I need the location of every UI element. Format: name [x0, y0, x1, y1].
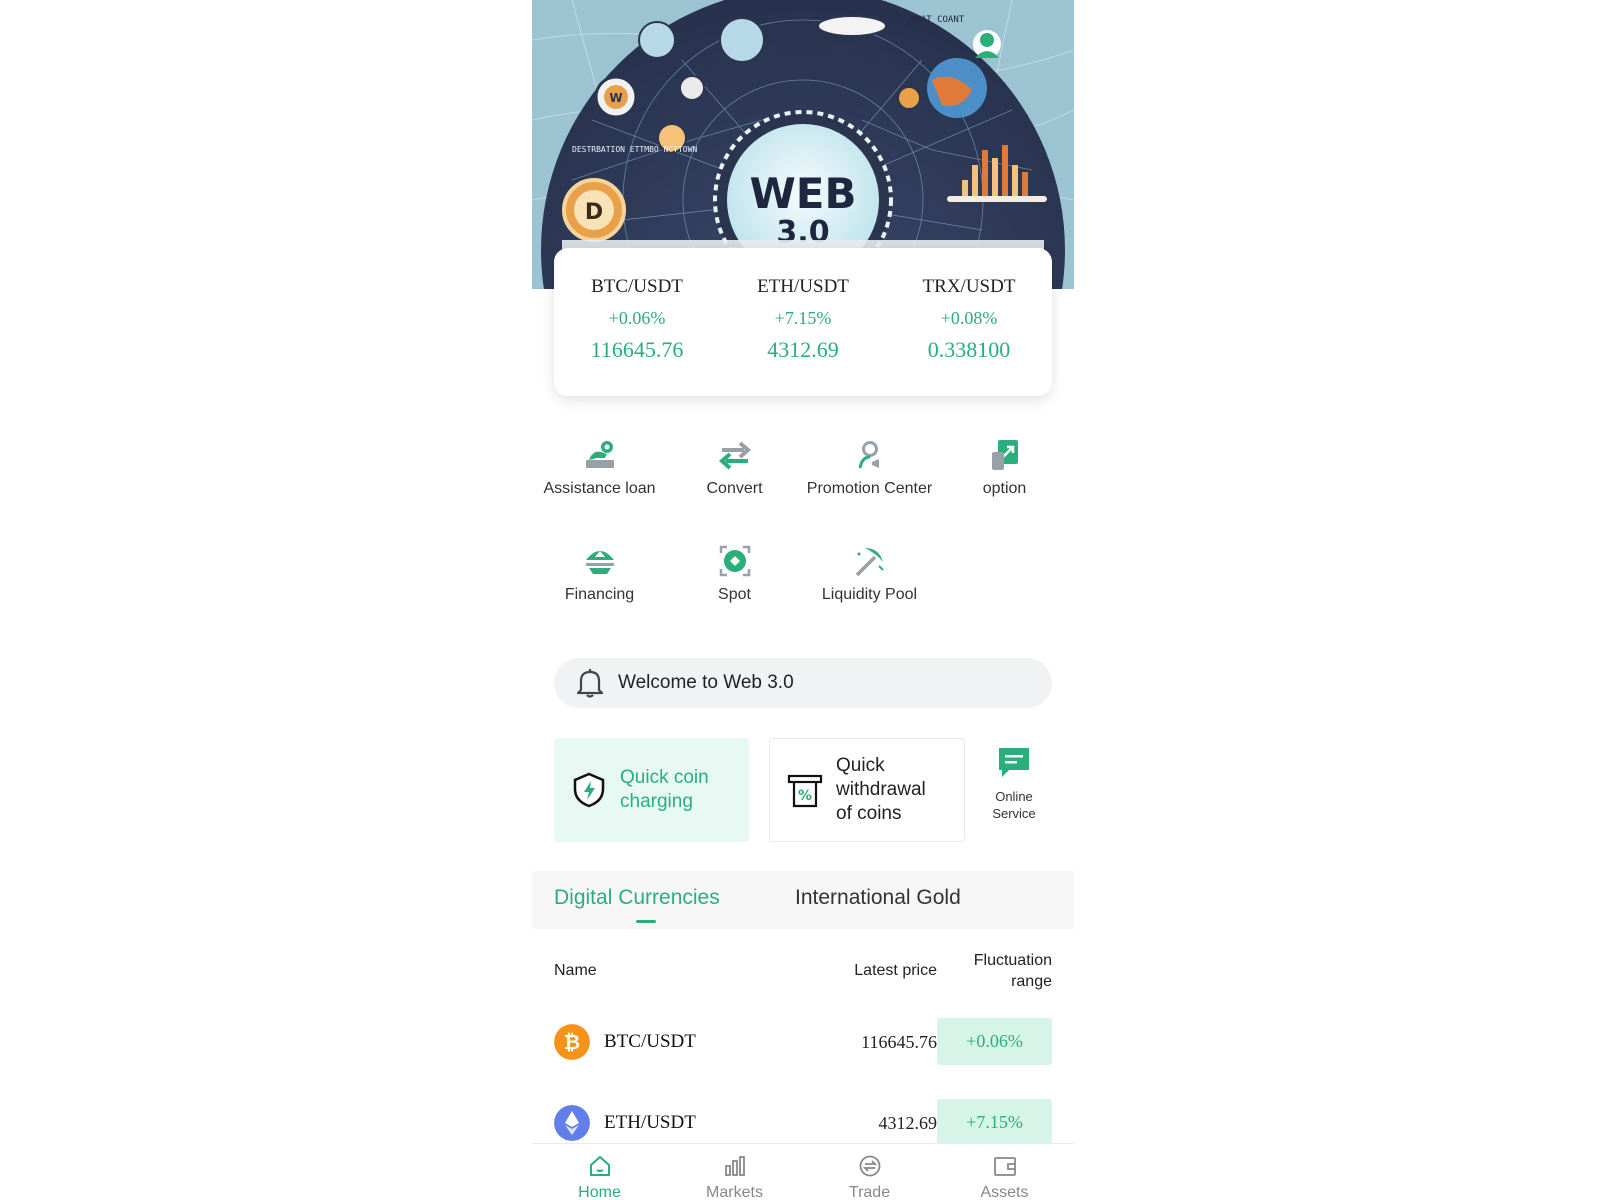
nav-label: Trade [848, 1184, 891, 1200]
nav-markets[interactable]: Markets [667, 1154, 802, 1200]
nav-label: Markets [706, 1184, 763, 1200]
feature-label: Promotion Center [806, 480, 933, 497]
wallet-icon [993, 1157, 1016, 1176]
header-fluctuation-range: Fluctuation range [973, 952, 1052, 990]
ticker-trx[interactable]: TRX/USDT +0.08% 0.338100 [894, 276, 1044, 363]
ticker-price: 4312.69 [767, 337, 839, 362]
feature-liquidity-pool[interactable]: Liquidity Pool [802, 544, 937, 605]
feature-option[interactable]: option [937, 438, 1072, 499]
svg-text:%: % [798, 788, 812, 804]
bell-icon [576, 669, 604, 698]
convert-arrows-icon [718, 441, 751, 470]
market-tabs: Digital Currencies International Gold [532, 871, 1074, 929]
feature-financing[interactable]: Financing [532, 544, 667, 605]
bitcoin-icon: ₿ [554, 1024, 590, 1060]
bottom-navigation: Home Markets Trade Assets [532, 1143, 1074, 1200]
feature-convert[interactable]: Convert [667, 438, 802, 499]
feature-assistance-loan[interactable]: Assistance loan [532, 438, 667, 499]
banner-illustration: WEB 3.0 D W SMAT COANT DESTRBATION ETTMB… [532, 0, 1074, 289]
quick-withdrawal-button[interactable]: % Quick withdrawal of coins [769, 738, 965, 842]
home-icon [589, 1156, 610, 1176]
pickaxe-icon [855, 548, 884, 577]
web3-banner[interactable]: WEB 3.0 D W SMAT COANT DESTRBATION ETTMB… [532, 0, 1074, 289]
notice-text: Welcome to Web 3.0 [618, 672, 794, 693]
ticker-card: BTC/USDT +0.06% 116645.76 ETH/USDT +7.15… [554, 248, 1052, 396]
exchange-icon [859, 1155, 880, 1177]
notice-bar[interactable]: Welcome to Web 3.0 [554, 658, 1052, 708]
nav-trade[interactable]: Trade [802, 1154, 937, 1200]
online-service-button[interactable]: Online Service [974, 746, 1054, 822]
market-table-header: Name Latest price Fluctuation range [532, 950, 1074, 992]
quick-withdrawal-label: Quick withdrawal of coins [836, 755, 926, 824]
active-tab-indicator [636, 920, 656, 923]
ticker-btc[interactable]: BTC/USDT +0.06% 116645.76 [562, 276, 712, 363]
feature-label: Spot [718, 586, 751, 603]
feature-label: Convert [706, 480, 763, 497]
option-chart-icon [991, 440, 1018, 470]
banner-small-coin-letter: W [609, 91, 622, 105]
row-pair: ETH/USDT [604, 1112, 696, 1133]
feature-label: Financing [564, 586, 635, 603]
nav-label: Home [578, 1184, 621, 1200]
financing-icon [585, 551, 614, 574]
loan-icon [585, 441, 614, 468]
receipt-percent-icon: % [787, 774, 823, 808]
row-pair: BTC/USDT [604, 1031, 696, 1052]
ticker-pair: ETH/USDT [757, 276, 849, 297]
row-change-badge[interactable]: +7.15% [937, 1099, 1052, 1146]
bar-chart-icon [724, 1156, 745, 1176]
app-screen: WEB 3.0 D W SMAT COANT DESTRBATION ETTMB… [532, 0, 1074, 1200]
promotion-person-icon [858, 441, 879, 469]
bitcoin-glyph: ₿ [564, 1030, 580, 1054]
nav-assets[interactable]: Assets [937, 1154, 1072, 1200]
banner-title-web: WEB [749, 169, 856, 218]
header-latest-price: Latest price [854, 962, 937, 979]
feature-spot[interactable]: Spot [667, 544, 802, 605]
feature-label: Liquidity Pool [821, 586, 918, 603]
shield-bolt-icon [573, 772, 605, 808]
quick-coin-charging-button[interactable]: Quick coin charging [554, 738, 749, 842]
ticker-eth[interactable]: ETH/USDT +7.15% 4312.69 [728, 276, 878, 363]
nav-home[interactable]: Home [532, 1154, 667, 1200]
tab-digital-currencies[interactable]: Digital Currencies [554, 886, 720, 910]
ticker-change: +7.15% [774, 308, 832, 328]
row-price: 4312.69 [878, 1113, 938, 1133]
spot-icon [719, 545, 750, 577]
quick-coin-charging-label: Quick coin charging [620, 767, 709, 812]
ticker-pair: TRX/USDT [922, 276, 1016, 297]
row-change-badge[interactable]: +0.06% [937, 1018, 1052, 1065]
ticker-price: 116645.76 [590, 337, 684, 362]
table-row[interactable]: ETH/USDT 4312.69 +7.15% [532, 1099, 1074, 1147]
nav-label: Assets [980, 1184, 1029, 1200]
banner-caption: SMAT COANT [910, 15, 965, 25]
ticker-pair: BTC/USDT [591, 276, 683, 297]
banner-coin-letter: D [585, 200, 603, 225]
feature-label: Assistance loan [543, 480, 656, 497]
tab-international-gold[interactable]: International Gold [795, 886, 961, 910]
banner-side-text: DESTRBATION ETTMBO NCTTOWN [572, 145, 697, 154]
feature-promotion-center[interactable]: Promotion Center [802, 438, 937, 499]
ethereum-icon [554, 1105, 590, 1141]
ticker-change: +0.06% [608, 308, 666, 328]
ticker-price: 0.338100 [927, 337, 1011, 362]
row-price: 116645.76 [861, 1032, 937, 1052]
chat-icon [999, 748, 1029, 777]
feature-label: option [982, 480, 1027, 497]
table-row[interactable]: ₿ BTC/USDT 116645.76 +0.06% [532, 1018, 1074, 1066]
ticker-change: +0.08% [940, 308, 998, 328]
header-name: Name [554, 962, 597, 979]
online-service-label: Online Service [992, 789, 1036, 821]
